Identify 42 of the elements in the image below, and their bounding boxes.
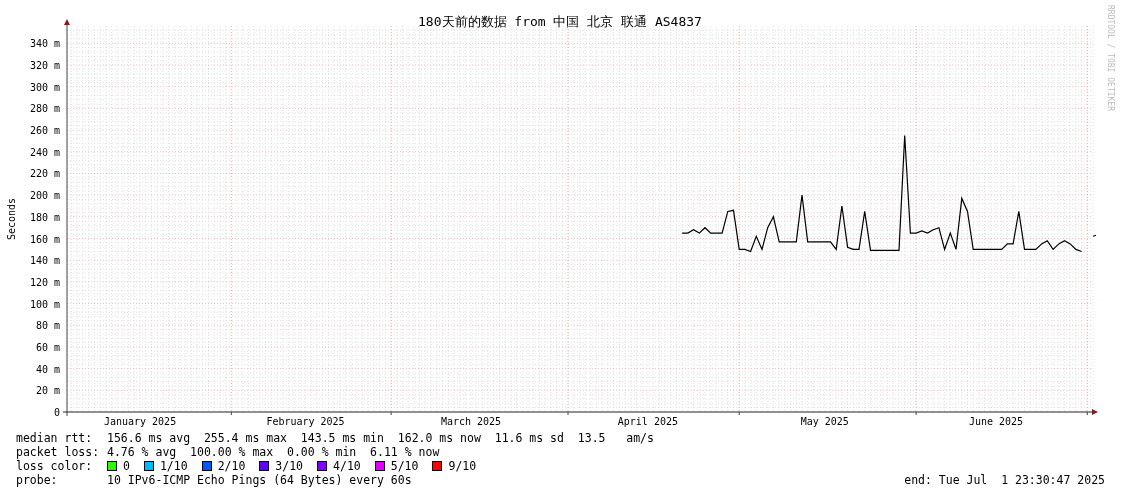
y-tick-label: 120 m xyxy=(29,276,60,288)
x-tick-label: April 2025 xyxy=(617,416,678,427)
chart-title: 180天前的数据 from 中国 北京 联通 AS4837 xyxy=(418,14,702,29)
y-tick-label: 80 m xyxy=(35,320,60,332)
watermark: RRDTOOL / TOBI OETIKER xyxy=(1106,5,1115,111)
legend-label: packet loss: xyxy=(16,445,101,459)
legend-text: 5/10 xyxy=(390,459,419,473)
axis-label: Seconds xyxy=(6,197,17,241)
y-tick-label: 260 m xyxy=(29,125,60,137)
y-tick-label: 20 m xyxy=(35,385,60,397)
x-tick-label: March 2025 xyxy=(440,416,502,427)
y-tick-label: 60 m xyxy=(35,341,60,353)
y-tick-label: 220 m xyxy=(29,168,60,180)
x-tick-label: January 2025 xyxy=(103,416,177,427)
legend-text: 2/10 xyxy=(217,459,246,473)
legend-label: probe: xyxy=(16,473,59,487)
legend-text: 10 IPv6-ICMP Echo Pings (64 Bytes) every 60s xyxy=(107,473,412,487)
legend-label: median rtt: xyxy=(16,431,94,445)
legend-text: 0 xyxy=(123,459,130,473)
y-tick-label: 240 m xyxy=(29,146,60,158)
legend-text: 156.6 ms avg 255.4 ms max 143.5 ms min 162.0 ms now 11.6 ms sd 13.5 am/s xyxy=(107,431,654,445)
x-tick-label: June 2025 xyxy=(968,416,1024,427)
legend-text: 4/10 xyxy=(333,459,361,473)
x-tick-label: May 2025 xyxy=(800,416,849,427)
y-tick-label: 320 m xyxy=(29,60,60,72)
y-tick-label: 340 m xyxy=(29,38,60,50)
y-tick-label: 0 xyxy=(53,407,60,418)
y-tick-label: 40 m xyxy=(35,363,60,375)
y-tick-label: 160 m xyxy=(29,233,60,245)
legend-text: 3/10 xyxy=(275,459,304,473)
y-tick-label: 100 m xyxy=(29,298,60,310)
end-time: end: Tue Jul 1 23:30:47 2025 xyxy=(904,473,1105,487)
legend-text: 4.76 % avg 100.00 % max 0.00 % min 6.11 % now xyxy=(107,445,440,459)
legend-label: loss color: xyxy=(16,459,94,473)
y-tick-label: 180 m xyxy=(29,211,60,223)
y-tick-label: 140 m xyxy=(29,255,60,267)
legend-text: 9/10 xyxy=(448,459,477,473)
y-tick-label: 200 m xyxy=(29,190,60,202)
x-tick-label: February 2025 xyxy=(266,416,345,427)
y-tick-label: 300 m xyxy=(29,81,60,93)
legend-text: 1/10 xyxy=(159,459,188,473)
y-tick-label: 280 m xyxy=(29,103,60,115)
